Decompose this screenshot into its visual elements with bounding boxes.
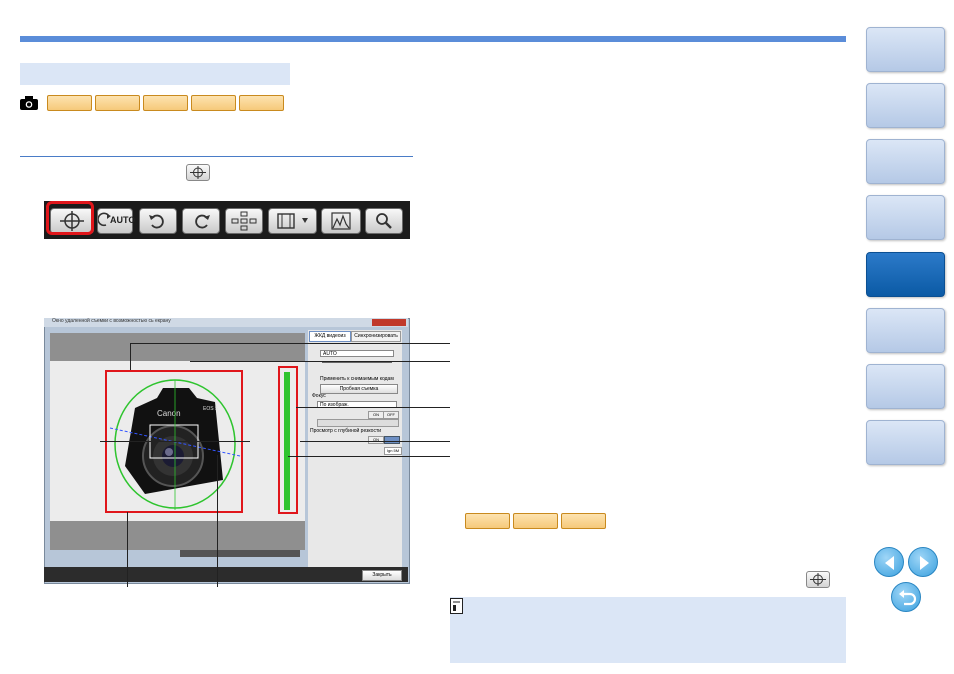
rotate-left-icon: [149, 214, 164, 229]
side-tab-7[interactable]: [866, 364, 945, 409]
rotate-right-icon: [195, 214, 210, 229]
camera-icon: [20, 96, 38, 110]
aspect-ratio-button[interactable]: [268, 208, 317, 234]
callout-line: [127, 512, 128, 587]
tab-sync[interactable]: Синхронизировать: [351, 331, 401, 342]
side-tab-1[interactable]: [866, 27, 945, 72]
rotate-right-button[interactable]: [182, 208, 220, 234]
side-tab-8[interactable]: [866, 420, 945, 465]
prev-page-button[interactable]: [874, 547, 904, 577]
return-button[interactable]: [891, 582, 921, 612]
callout-line: [130, 343, 450, 344]
af-points-icon: [231, 211, 257, 231]
model-tag: [191, 95, 236, 111]
callout-line: [300, 441, 450, 442]
model-tag: [465, 513, 510, 529]
mini-toolbar[interactable]: [180, 550, 300, 557]
tab-live-view[interactable]: ЖКД видеоиз: [309, 331, 351, 342]
apply-checkbox-label[interactable]: Применить к снимаемым кодам: [320, 376, 396, 382]
section-heading-band: [20, 63, 290, 85]
focus-off-button[interactable]: OFF: [383, 411, 399, 419]
inline-grid-button: [186, 164, 210, 181]
close-window-button[interactable]: Закрыть: [362, 570, 402, 581]
window-titlebar: Окно удаленной съемки с возможностью сь …: [44, 318, 408, 327]
arrow-left-icon: [885, 556, 894, 570]
side-tab-4[interactable]: [866, 195, 945, 240]
zoom-indicator: Ign 5M: [384, 447, 402, 455]
focus-step-buttons[interactable]: [317, 419, 399, 427]
dof-off-button[interactable]: [384, 436, 400, 444]
wb-select[interactable]: AUTO: [320, 350, 394, 357]
crosshair-icon: [810, 573, 826, 586]
focus-on-button[interactable]: ON: [368, 411, 384, 419]
arrow-right-icon: [920, 556, 929, 570]
dof-label: Просмотр с глубиной резкости: [310, 428, 382, 434]
note-box: [450, 597, 846, 663]
gauge-highlight-box: [278, 366, 298, 514]
window-statusbar: [44, 567, 408, 582]
model-tag: [239, 95, 284, 111]
histogram-icon: [331, 212, 351, 230]
inline-grid-button: [806, 571, 830, 588]
window-title: Окно удаленной съемки с возможностью сь …: [52, 318, 171, 324]
crosshair-icon: [190, 166, 206, 179]
auto-rotate-button[interactable]: AUTO: [97, 208, 136, 234]
callout-line: [288, 456, 450, 457]
af-points-button[interactable]: [225, 208, 263, 234]
zoom-button[interactable]: [365, 208, 403, 234]
note-icon: [450, 598, 463, 614]
histogram-button[interactable]: [321, 208, 361, 234]
header-rule: [20, 36, 846, 42]
side-tab-3[interactable]: [866, 139, 945, 184]
model-tag: [143, 95, 188, 111]
return-arrow-icon: [899, 590, 917, 606]
callout-line: [296, 407, 450, 408]
model-tag: [513, 513, 558, 529]
dof-on-button[interactable]: ON: [368, 436, 384, 444]
model-tag: [561, 513, 606, 529]
model-tag: [47, 95, 92, 111]
model-tag: [95, 95, 140, 111]
auto-rotate-label: AUTO: [110, 215, 136, 225]
callout-line: [130, 343, 131, 370]
magnify-icon: [376, 213, 392, 229]
side-tab-6[interactable]: [866, 308, 945, 353]
callout-line: [190, 361, 450, 362]
rotate-left-button[interactable]: [139, 208, 177, 234]
callout-line: [100, 441, 250, 442]
side-tab-5[interactable]: [866, 252, 945, 297]
grid-button-highlight: [46, 201, 94, 235]
section-divider: [20, 156, 413, 157]
aspect-ratio-icon: [277, 213, 308, 229]
window-close-icon[interactable]: [372, 319, 406, 326]
next-page-button[interactable]: [908, 547, 938, 577]
side-tab-2[interactable]: [866, 83, 945, 128]
focus-label: Фокус: [312, 393, 326, 399]
callout-line: [217, 455, 218, 587]
